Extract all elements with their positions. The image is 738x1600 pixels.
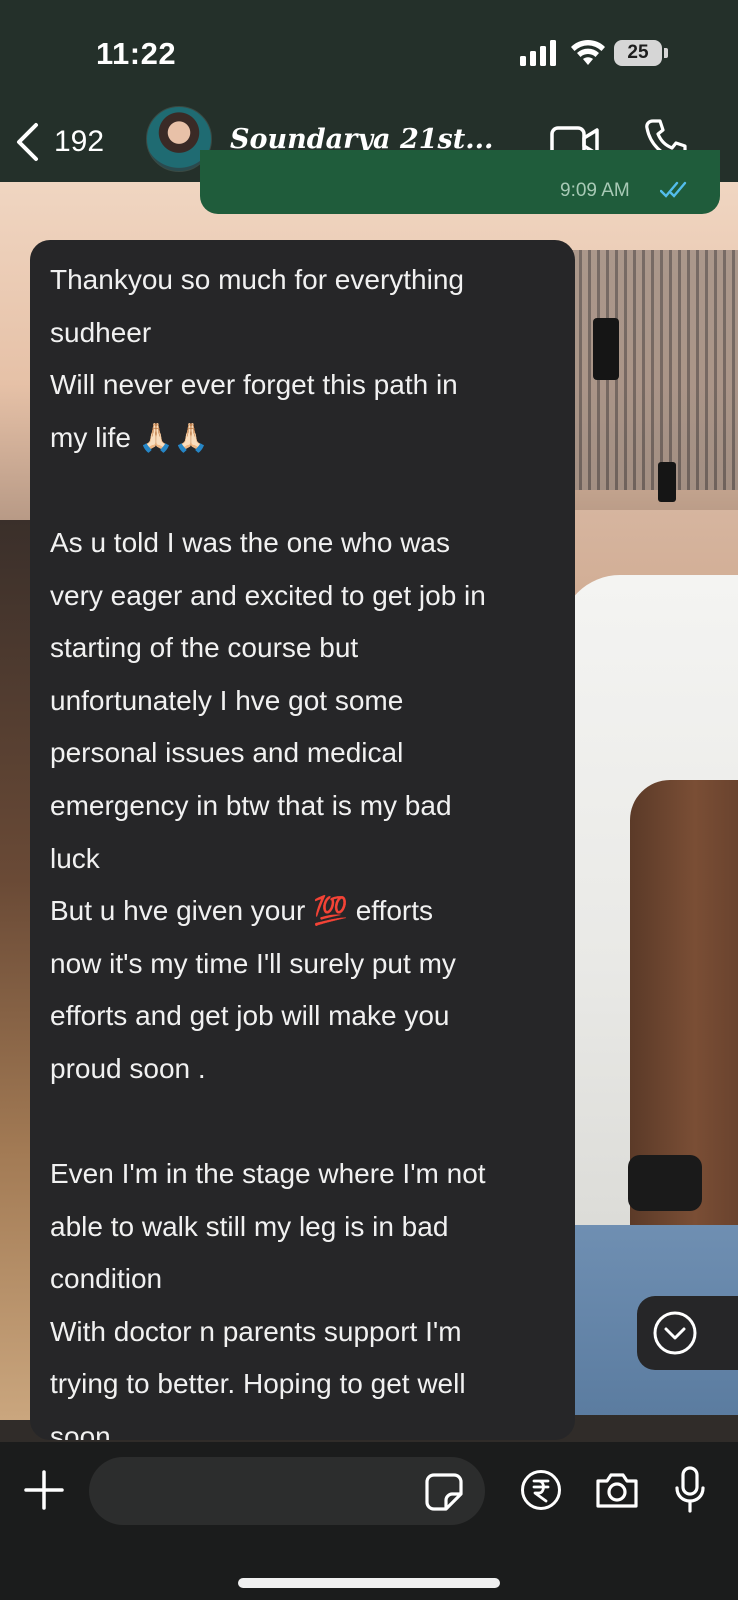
- chevron-left-icon: [17, 123, 38, 161]
- scroll-to-bottom-button[interactable]: [637, 1296, 738, 1370]
- wallpaper-person-arm: [630, 780, 738, 1300]
- home-indicator[interactable]: [238, 1578, 500, 1588]
- incoming-message-bubble[interactable]: Thankyou so much for everything sudheer …: [30, 240, 575, 1440]
- battery-indicator: 25: [614, 40, 662, 66]
- sticker-icon[interactable]: [424, 1472, 464, 1512]
- chevron-down-circle-icon: [653, 1311, 697, 1355]
- battery-tip: [664, 48, 668, 58]
- status-bar: 11:22 25: [0, 0, 738, 100]
- rupee-icon[interactable]: [520, 1469, 562, 1511]
- microphone-icon[interactable]: [674, 1466, 706, 1514]
- message-text: Thankyou so much for everything sudheer …: [50, 264, 486, 1440]
- plus-icon[interactable]: [24, 1470, 64, 1510]
- wallpaper-lamp: [593, 318, 619, 380]
- cellular-signal-icon: [520, 40, 556, 66]
- unread-count: 192: [54, 125, 105, 158]
- wifi-icon: [571, 39, 605, 65]
- back-button[interactable]: 192: [14, 120, 114, 164]
- message-timestamp: 9:09 AM: [560, 180, 630, 201]
- wallpaper-watch: [628, 1155, 702, 1211]
- status-time: 11:22: [96, 36, 177, 71]
- message-composer: [0, 1442, 738, 1600]
- wallpaper-lamp: [658, 462, 676, 502]
- camera-icon[interactable]: [594, 1470, 640, 1510]
- read-receipt-icon: [660, 181, 687, 198]
- outgoing-message-bubble[interactable]: [200, 150, 720, 214]
